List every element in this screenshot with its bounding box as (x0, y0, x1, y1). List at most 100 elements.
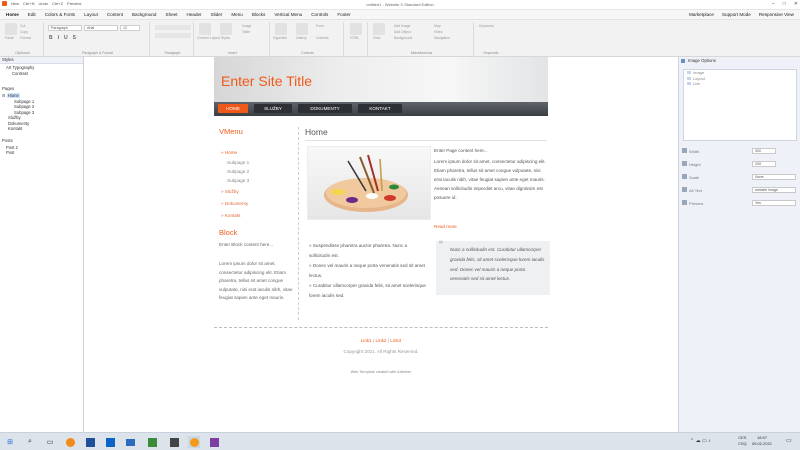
format-button[interactable]: Format (20, 36, 31, 40)
background-button[interactable]: Background (394, 36, 412, 40)
menu-tab-background[interactable]: Background (132, 12, 157, 17)
add-image-button[interactable]: Add Image (394, 24, 410, 28)
menu-tab-slider[interactable]: Slider (211, 12, 223, 17)
options-list-link[interactable]: Link (684, 81, 796, 87)
menu-tab-colors-fonts[interactable]: Colors & Fonts (45, 12, 75, 17)
page-item-kontakt[interactable]: Kontakt (2, 126, 83, 132)
scale-select[interactable]: None (752, 174, 796, 180)
firefox-icon[interactable] (64, 436, 76, 448)
app-icon[interactable] (208, 436, 220, 448)
format-buttons[interactable]: BIUS (49, 35, 81, 41)
content-layout-icon[interactable] (199, 23, 211, 35)
close-button[interactable]: ✕ (794, 1, 798, 7)
align-buttons[interactable] (155, 25, 191, 30)
copy-button[interactable]: Copy (20, 30, 28, 34)
style-item[interactable]: Contrast (6, 71, 83, 77)
menu-tab-content[interactable]: Content (107, 12, 123, 17)
menu-tab-controls[interactable]: Controls (311, 12, 328, 17)
responsive-view-link[interactable]: Responsive View (759, 12, 794, 17)
palette-image[interactable] (307, 146, 431, 220)
footer-link-2[interactable]: Link2 (376, 338, 387, 343)
footer-link-1[interactable]: Link1 (361, 338, 372, 343)
vmenu-subpage-3[interactable]: Subpage 3 (227, 178, 249, 183)
outlook-icon[interactable] (104, 436, 116, 448)
vmenu-home[interactable]: » Home (221, 150, 237, 155)
enter-page-content[interactable]: Enter Page content here... (434, 146, 546, 155)
menu-tab-edit[interactable]: Edit (28, 12, 36, 17)
font-size-combo[interactable]: 12 (120, 25, 140, 31)
keywords-button[interactable]: Keywords (479, 24, 494, 28)
preview-select[interactable]: Yes (752, 200, 796, 206)
bullet-list[interactable]: » Suspendisse pharetra auctor pharetra. … (309, 241, 427, 301)
maximize-button[interactable]: □ (783, 1, 786, 7)
video-button[interactable]: Video (434, 30, 443, 34)
paste-icon[interactable] (5, 23, 17, 35)
task-view-icon[interactable]: ▭ (44, 436, 56, 448)
clock[interactable]: 18:57 05.02.2021 (752, 435, 772, 447)
image-button[interactable]: Image (242, 24, 251, 28)
windows-start-icon[interactable]: ⊞ (4, 436, 16, 448)
support-mode-link[interactable]: Support Mode (722, 12, 751, 17)
notifications-icon[interactable]: ▭ (786, 438, 792, 444)
menu-tab-footer[interactable]: Footer (337, 12, 350, 17)
app-icon[interactable] (146, 436, 158, 448)
design-canvas[interactable]: Enter Site Title HOME SLUŽBY DOKUMENTY K… (85, 57, 678, 432)
map-button[interactable]: Map (434, 24, 441, 28)
tray-icons[interactable]: ⌃ ☁ ▭ ♪ (690, 438, 711, 444)
vmenu-dokumenty[interactable]: » Dokumenty (221, 201, 248, 206)
site-title[interactable]: Enter Site Title (221, 73, 312, 89)
keyboard-layout[interactable]: CES CSQ (738, 435, 747, 447)
navigation-button[interactable]: Navigation (434, 36, 450, 40)
post-item[interactable]: Post (6, 150, 83, 156)
menu-tab-sheet[interactable]: Sheet (166, 12, 178, 17)
blockquote[interactable]: “ Nunc a sollicitudin est. Curabitur ull… (436, 239, 550, 295)
app-icon[interactable] (168, 436, 180, 448)
styles-icon[interactable] (220, 23, 232, 35)
footer-copyright[interactable]: Copyright 2021. All Rights Reserved. (214, 349, 548, 354)
vmenu-sluzby[interactable]: » Služby (221, 189, 239, 194)
menu-tab-home[interactable]: Home (6, 12, 19, 17)
hyperlink-icon[interactable] (275, 23, 287, 35)
font-family-combo[interactable]: Arial (84, 25, 118, 31)
block-content[interactable]: Enter Block content here... (219, 241, 297, 250)
height-input[interactable]: 200 (752, 161, 776, 167)
nav-dokumenty[interactable]: DOKUMENTY (298, 104, 352, 113)
menu-tab-blocks[interactable]: Blocks (252, 12, 266, 17)
nav-sluzby[interactable]: SLUŽBY (254, 104, 292, 113)
html-icon[interactable] (350, 23, 362, 35)
cut-button[interactable]: Cut (20, 24, 25, 28)
table-button[interactable]: Table (242, 30, 250, 34)
ribbon-group-label: Insert (228, 51, 237, 55)
alt-text-input[interactable]: website image (752, 187, 796, 193)
nav-home[interactable]: HOME (218, 104, 248, 113)
block-lorem[interactable]: Lorem ipsum dolor sit amet, consectetur … (219, 260, 293, 303)
nav-kontakt[interactable]: KONTAKT (358, 104, 402, 113)
list-buttons[interactable] (155, 33, 191, 38)
menu-tab-header[interactable]: Header (187, 12, 202, 17)
mail-icon[interactable] (124, 436, 136, 448)
site-header[interactable]: Enter Site Title (214, 57, 548, 102)
vmenu-kontakt[interactable]: » Kontakt (221, 213, 240, 218)
marketplace-link[interactable]: Marketplace (689, 12, 714, 17)
controls-button[interactable]: Controls (316, 36, 329, 40)
gallery-icon[interactable] (296, 23, 308, 35)
view-icon[interactable] (373, 23, 385, 35)
width-input[interactable]: 300 (752, 148, 776, 154)
add-object-button[interactable]: Add Object (394, 30, 411, 34)
menu-bar: Home Edit Colors & Fonts Layout Content Backg… (0, 10, 800, 20)
menu-tab-vertical-menu[interactable]: Vertical Menu (274, 12, 302, 17)
vmenu-subpage-1[interactable]: Subpage 1 (227, 160, 249, 165)
footer-link-3[interactable]: Link3 (390, 338, 401, 343)
menu-tab-menu[interactable]: Menu (231, 12, 243, 17)
main-body-text[interactable]: Lorem ipsum dolor sit amet, consectetur … (434, 157, 546, 202)
read-more-link[interactable]: Read more (434, 224, 457, 229)
websitex-icon[interactable] (188, 436, 200, 448)
footer-credit[interactable]: Web Template created with Artisteer (214, 370, 548, 374)
style-combo[interactable]: Paragraph (48, 25, 82, 31)
form-button[interactable]: Form (316, 24, 324, 28)
menu-tab-layout[interactable]: Layout (84, 12, 98, 17)
minimize-button[interactable]: – (772, 1, 775, 7)
powershell-icon[interactable] (84, 436, 96, 448)
search-icon[interactable]: ⌕ (24, 436, 36, 448)
vmenu-subpage-2[interactable]: Subpage 2 (227, 169, 249, 174)
